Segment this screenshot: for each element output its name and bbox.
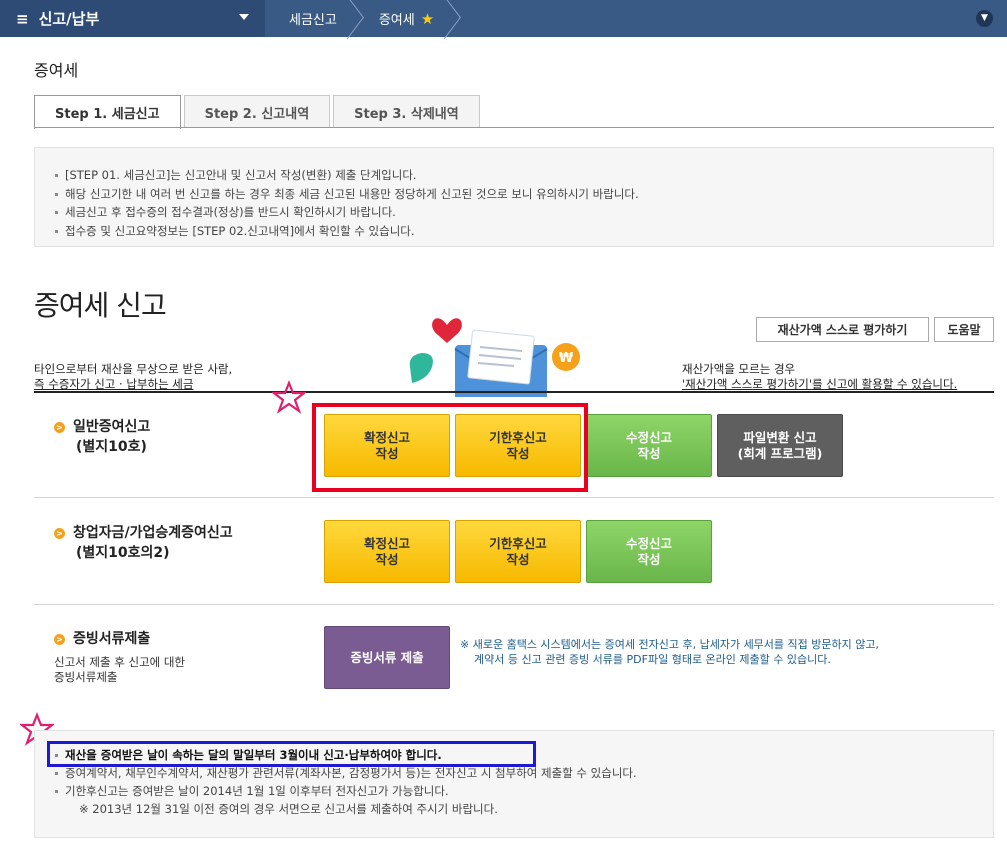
section-title-label: 증빙서류제출 <box>73 631 151 647</box>
row-divider <box>34 604 994 605</box>
row-divider <box>34 497 994 498</box>
help-button[interactable]: 도움말 <box>934 317 994 342</box>
favorite-star-icon[interactable]: ★ <box>421 10 434 28</box>
evidence-note: 신고서 제출 후 신고에 대한 증빙서류제출 <box>54 655 185 685</box>
evidence-title: > 증빙서류제출 <box>54 630 150 648</box>
evidence-info-note: ※ 새로운 홈택스 시스템에서는 증여세 전자신고 후, 납세자가 세무서를 직… <box>460 637 879 667</box>
notice-item: ※ 2013년 12월 31일 이전 증여의 경우 서면으로 신고서를 제출하여… <box>79 802 498 816</box>
general-amend-button[interactable]: 수정신고 작성 <box>586 414 712 477</box>
gift-illustration: ₩ <box>409 318 580 397</box>
info-item: 접수증 및 신고요약정보는 [STEP 02.신고내역]에서 확인할 수 있습니… <box>55 222 973 241</box>
file-convert-button[interactable]: 파일변환 신고 (회계 프로그램) <box>717 414 843 477</box>
breadcrumb-label: 세금신고 <box>289 13 337 28</box>
evaluation-description: 재산가액을 모르는 경우 '재산가액 스스로 평가하기'를 신고에 활용할 수 … <box>682 362 957 392</box>
self-evaluate-button[interactable]: 재산가액 스스로 평가하기 <box>756 317 929 342</box>
desc-line: 즉 수증자가 신고 · 납부하는 세금 <box>34 377 194 391</box>
note-line: 계약서 등 신고 관련 증빙 서류를 PDF파일 형태로 온라인 제출할 수 있… <box>474 653 831 666</box>
desc-line: '재산가액 스스로 평가하기'를 신고에 활용할 수 있습니다. <box>682 377 958 391</box>
top-navigation: ≡ 신고/납부 세금신고 증여세 ★ ▼ <box>0 0 1007 37</box>
info-item: 해당 신고기한 내 여러 번 신고를 하는 경우 최종 세금 신고된 내용만 정… <box>55 185 973 204</box>
note-line: ※ 새로운 홈택스 시스템에서는 증여세 전자신고 후, 납세자가 세무서를 직… <box>460 638 879 651</box>
startup-confirm-button[interactable]: 확정신고 작성 <box>324 520 450 583</box>
svg-text:₩: ₩ <box>559 351 574 366</box>
step-tabs: Step 1. 세금신고 Step 2. 신고내역 Step 3. 삭제내역 <box>34 95 483 129</box>
section-heading: 증여세 신고 <box>34 289 167 322</box>
note-line: 증빙서류제출 <box>54 670 118 684</box>
notice-item: 기한후신고는 증여받은 날이 2014년 1월 1일 이후부터 전자신고가 가능… <box>55 782 973 800</box>
info-item: [STEP 01. 세금신고]는 신고안내 및 신고서 작성(변환) 제출 단계… <box>55 166 973 185</box>
breadcrumb-tax-report[interactable]: 세금신고 <box>265 0 355 37</box>
section-title-label: 일반증여신고 <box>73 419 151 435</box>
info-item: 세금신고 후 접수증의 접수결과(정상)를 반드시 확인하시기 바랍니다. <box>55 203 973 222</box>
tab-step1[interactable]: Step 1. 세금신고 <box>34 95 181 129</box>
desc-line: 타인으로부터 재산을 무상으로 받은 사람, <box>34 362 233 376</box>
general-gift-form: (별지10호) <box>76 439 147 455</box>
menu-label: 신고/납부 <box>38 10 100 28</box>
star-mark-icon <box>272 380 306 414</box>
desc-line: 재산가액을 모르는 경우 <box>682 362 796 376</box>
tabs-divider <box>34 127 994 128</box>
startup-amend-button[interactable]: 수정신고 작성 <box>586 520 712 583</box>
startup-gift-title: > 창업자금/가업승계증여신고 <box>54 524 233 542</box>
arrow-bullet-icon: > <box>54 528 65 539</box>
highlight-box-blue <box>47 741 536 767</box>
menu-dropdown[interactable]: ≡ 신고/납부 <box>0 0 265 37</box>
section-title-label: 창업자금/가업승계증여신고 <box>73 525 233 541</box>
tab-step3[interactable]: Step 3. 삭제내역 <box>333 95 480 128</box>
general-gift-title: > 일반증여신고 <box>54 418 150 436</box>
page-title: 증여세 <box>34 61 79 80</box>
arrow-bullet-icon: > <box>54 422 65 433</box>
info-box: [STEP 01. 세금신고]는 신고안내 및 신고서 작성(변환) 제출 단계… <box>34 147 994 247</box>
startup-late-report-button[interactable]: 기한후신고 작성 <box>455 520 581 583</box>
highlight-box-red <box>312 403 588 492</box>
breadcrumb-label: 증여세 <box>378 13 415 28</box>
breadcrumb-gift-tax[interactable]: 증여세 ★ <box>355 0 452 37</box>
chevron-down-icon[interactable]: ▼ <box>976 10 993 27</box>
startup-gift-form: (별지10호의2) <box>76 545 170 561</box>
evidence-submit-button[interactable]: 증빙서류 제출 <box>324 626 450 689</box>
section-divider <box>34 391 994 393</box>
caret-down-icon <box>239 14 249 20</box>
arrow-bullet-icon: > <box>54 634 65 645</box>
note-line: 신고서 제출 후 신고에 대한 <box>54 655 186 669</box>
hamburger-icon: ≡ <box>16 9 29 28</box>
tab-step2[interactable]: Step 2. 신고내역 <box>183 95 331 128</box>
tax-description: 타인으로부터 재산을 무상으로 받은 사람, 즉 수증자가 신고 · 납부하는 … <box>34 362 232 392</box>
